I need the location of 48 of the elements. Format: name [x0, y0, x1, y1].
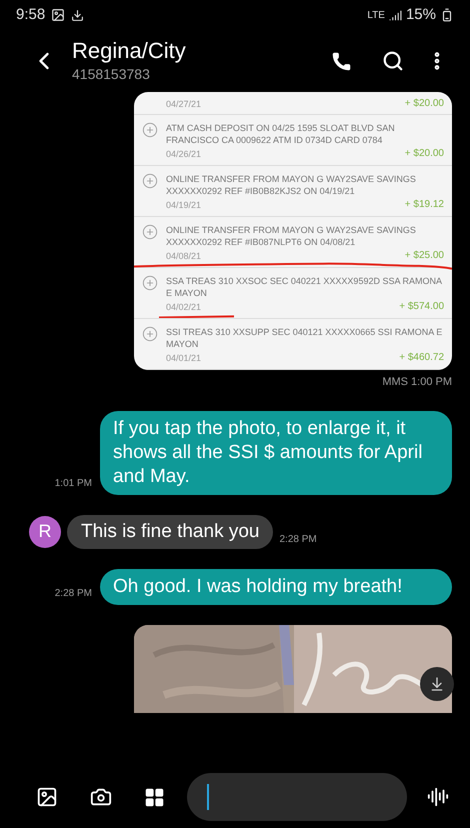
- message-time: 1:01 PM: [54, 476, 92, 490]
- battery-icon: [440, 8, 454, 22]
- network-type: LTE: [367, 8, 385, 22]
- transaction-amount: + $20.00: [404, 148, 444, 160]
- transaction-description: ONLINE TRANSFER FROM MAYON G WAY2SAVE SAVINGS XXXXXX0292 REF #IB0B82KJS2 ON 04/19/21: [166, 173, 417, 197]
- transaction-date: 04/01/21: [166, 352, 202, 364]
- add-circle-icon: [142, 275, 158, 291]
- image-icon: [51, 8, 66, 22]
- transaction-amount: + $460.72: [399, 352, 444, 364]
- message-time: 2:28 PM: [54, 586, 92, 600]
- transaction-amount: + $19.12: [404, 199, 444, 211]
- message-input-field[interactable]: [187, 773, 407, 821]
- contact-name: Regina/City: [72, 38, 187, 64]
- add-circle-icon: [142, 173, 158, 189]
- voice-icon[interactable]: [427, 786, 449, 808]
- download-icon: [71, 8, 84, 22]
- transaction-amount: + $25.00: [404, 250, 444, 262]
- transaction-amount: + $574.00: [399, 301, 444, 313]
- download-icon: [429, 676, 445, 692]
- add-circle-icon: [142, 326, 158, 342]
- avatar[interactable]: R: [29, 516, 61, 548]
- add-circle-icon: [142, 224, 158, 240]
- battery-level: 15%: [406, 4, 436, 25]
- transaction-description: ATM CASH DEPOSIT ON 04/25 1595 SLOAT BLVD SAN FRANCISCO CA 0009622 ATM ID 0734D CARD 0784: [166, 122, 396, 146]
- received-message-bubble: This is fine thank you: [67, 514, 274, 548]
- bank-statement-screenshot[interactable]: [134, 92, 452, 370]
- transaction-date: 04/26/21: [166, 148, 202, 160]
- status-time: 9:58: [16, 4, 46, 25]
- transaction-amount: + $20.00: [404, 98, 444, 110]
- contact-number: 4158153783: [72, 64, 151, 84]
- sent-message-bubble: Oh good. I was holding my breath!: [100, 568, 452, 604]
- message-time: 2:28 PM: [279, 533, 317, 547]
- gallery-icon[interactable]: [36, 786, 58, 808]
- phone-icon[interactable]: [331, 50, 352, 72]
- transaction-date: 04/27/21: [166, 98, 202, 110]
- sent-message-bubble: If you tap the photo, to enlarge it, it shows all the SSI $ amounts for April and May.: [100, 410, 452, 494]
- add-circle-icon: [142, 122, 158, 138]
- message-meta: MMS 1:00 PM: [382, 375, 452, 390]
- signal-icon: [388, 8, 402, 22]
- apps-grid-icon[interactable]: [144, 786, 165, 808]
- camera-icon[interactable]: [90, 786, 112, 808]
- transaction-description: SSA TREAS 310 XXSOC SEC 040221 XXXXX9592D SSA RAMONA E MAYON: [166, 275, 443, 299]
- search-icon[interactable]: [382, 50, 404, 72]
- transaction-date: 04/19/21: [166, 199, 202, 211]
- transaction-date: 04/08/21: [166, 250, 202, 262]
- transaction-description: ONLINE TRANSFER FROM MAYON G WAY2SAVE SAVINGS XXXXXX0292 REF #IB087NLPT6 ON 04/08/21: [166, 224, 417, 248]
- transaction-description: SSI TREAS 310 XXSUPP SEC 040121 XXXXX0665 SSI RAMONA E MAYON: [166, 326, 444, 350]
- transaction-date: 04/02/21: [166, 301, 202, 313]
